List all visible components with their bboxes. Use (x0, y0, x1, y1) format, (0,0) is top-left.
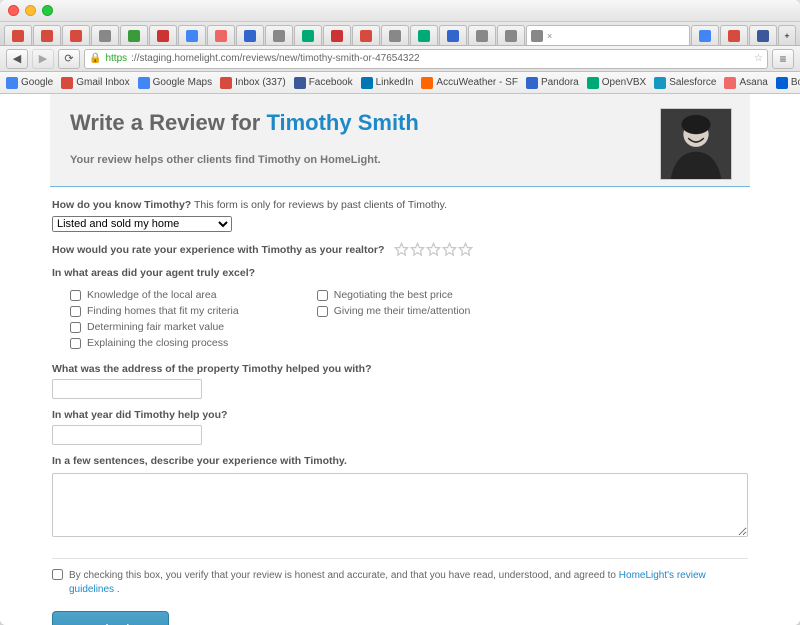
bookmark[interactable]: AccuWeather - SF (421, 77, 518, 89)
url-text: ://staging.homelight.com/reviews/new/tim… (131, 53, 419, 64)
area-checkbox[interactable] (70, 290, 81, 301)
browser-tab[interactable] (691, 25, 719, 45)
chrome-menu-button[interactable]: ≡ (772, 49, 794, 69)
lock-icon: 🔒 (89, 53, 101, 64)
bookmark[interactable]: Asana (724, 77, 767, 89)
browser-tab[interactable] (439, 25, 467, 45)
area-checkbox[interactable] (70, 306, 81, 317)
browser-tab[interactable] (468, 25, 496, 45)
how-know-select[interactable]: Listed and sold my home (52, 216, 232, 232)
browser-tab[interactable] (120, 25, 148, 45)
browser-tab[interactable] (62, 25, 90, 45)
window-zoom-button[interactable] (42, 5, 53, 16)
question-describe: In a few sentences, describe your experi… (52, 455, 748, 540)
page-title: Write a Review for Timothy Smith (70, 110, 730, 136)
page-subtitle: Your review helps other clients find Tim… (70, 154, 730, 166)
browser-tab[interactable] (265, 25, 293, 45)
browser-tab[interactable] (720, 25, 748, 45)
browser-tab-active[interactable]: × (526, 25, 690, 45)
back-button[interactable]: ◀ (6, 49, 28, 69)
bookmarks-bar: Google Gmail Inbox Google Maps Inbox (33… (0, 72, 800, 94)
area-checkbox[interactable] (70, 322, 81, 333)
area-checkbox[interactable] (317, 306, 328, 317)
forward-button[interactable]: ▶ (32, 49, 54, 69)
question-areas: In what areas did your agent truly excel… (52, 267, 748, 353)
browser-tab[interactable] (749, 25, 777, 45)
star-icon[interactable] (426, 242, 441, 257)
area-checkbox[interactable] (70, 338, 81, 349)
verify-row: By checking this box, you verify that yo… (52, 569, 748, 597)
browser-tab[interactable] (91, 25, 119, 45)
browser-tab[interactable] (149, 25, 177, 45)
bookmark[interactable]: Box (776, 77, 800, 89)
browser-tab[interactable] (4, 25, 32, 45)
browser-tab[interactable] (33, 25, 61, 45)
window-titlebar (0, 0, 800, 22)
bookmark[interactable]: Facebook (294, 77, 353, 89)
bookmark[interactable]: LinkedIn (361, 77, 414, 89)
question-rating: How would you rate your experience with … (52, 242, 748, 257)
bookmark[interactable]: Gmail Inbox (61, 77, 129, 89)
browser-tab[interactable] (323, 25, 351, 45)
star-icon[interactable] (394, 242, 409, 257)
divider (50, 186, 750, 187)
bookmark[interactable]: Google Maps (138, 77, 212, 89)
hero: Write a Review for Timothy Smith Your re… (50, 94, 750, 186)
browser-tab[interactable] (207, 25, 235, 45)
bookmark[interactable]: Google (6, 77, 53, 89)
page-viewport[interactable]: Write a Review for Timothy Smith Your re… (0, 94, 800, 625)
browser-tab[interactable] (381, 25, 409, 45)
browser-toolbar: ◀ ▶ ⟳ 🔒 https ://staging.homelight.com/r… (0, 46, 800, 72)
submit-button[interactable]: Submit (52, 611, 169, 625)
address-bar[interactable]: 🔒 https ://staging.homelight.com/reviews… (84, 49, 768, 69)
new-tab-button[interactable]: + (778, 25, 796, 45)
question-year: In what year did Timothy help you? (52, 409, 748, 445)
browser-tabstrip: × + (0, 22, 800, 46)
browser-tab[interactable] (497, 25, 525, 45)
bookmark[interactable]: Inbox (337) (220, 77, 286, 89)
description-textarea[interactable] (52, 473, 748, 537)
star-icon[interactable] (458, 242, 473, 257)
area-checkbox[interactable] (317, 290, 328, 301)
browser-tab[interactable] (352, 25, 380, 45)
url-scheme: https (105, 53, 127, 64)
question-how-know: How do you know Timothy? This form is on… (52, 199, 748, 232)
bookmark-star-icon[interactable]: ☆ (754, 53, 763, 64)
browser-tab[interactable] (294, 25, 322, 45)
agent-photo (660, 108, 732, 180)
question-address: What was the address of the property Tim… (52, 363, 748, 399)
agent-name-link[interactable]: Timothy Smith (266, 110, 418, 135)
browser-tab[interactable] (236, 25, 264, 45)
divider (52, 558, 748, 559)
bookmark[interactable]: Pandora (526, 77, 579, 89)
browser-tab[interactable] (178, 25, 206, 45)
reload-button[interactable]: ⟳ (58, 49, 80, 69)
browser-tab[interactable] (410, 25, 438, 45)
bookmark[interactable]: Salesforce (654, 77, 716, 89)
verify-checkbox[interactable] (52, 569, 63, 580)
bookmark[interactable]: OpenVBX (587, 77, 646, 89)
star-icon[interactable] (442, 242, 457, 257)
address-input[interactable] (52, 379, 202, 399)
star-rating[interactable] (394, 242, 473, 257)
star-icon[interactable] (410, 242, 425, 257)
year-input[interactable] (52, 425, 202, 445)
window-minimize-button[interactable] (25, 5, 36, 16)
window-close-button[interactable] (8, 5, 19, 16)
